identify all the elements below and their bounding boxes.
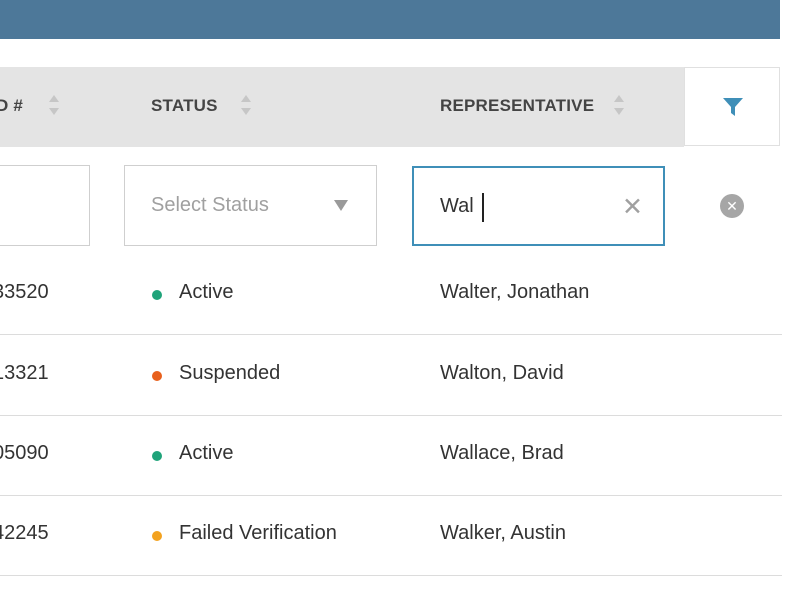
clear-circle-x-icon[interactable]: ✕ <box>720 194 744 218</box>
representative-filter-value: Wal <box>440 195 474 217</box>
row-representative: Walton, David <box>440 362 564 384</box>
chevron-down-icon <box>334 200 348 211</box>
column-header-id[interactable]: D # <box>0 96 23 116</box>
status-dot-icon <box>152 290 162 300</box>
status-filter-select[interactable]: Select Status <box>124 165 377 246</box>
row-status: Failed Verification <box>179 522 337 544</box>
sort-icon[interactable] <box>241 95 251 119</box>
status-dot-icon <box>152 371 162 381</box>
column-header-status[interactable]: STATUS <box>151 96 218 116</box>
status-dot-icon <box>152 531 162 541</box>
table-row[interactable]: 05090 Active Wallace, Brad <box>0 415 782 496</box>
row-representative: Wallace, Brad <box>440 442 564 464</box>
row-representative: Walker, Austin <box>440 522 566 544</box>
table-row[interactable]: 33520 Active Walter, Jonathan <box>0 254 782 335</box>
row-status: Active <box>179 442 234 464</box>
row-status: Suspended <box>179 362 281 384</box>
row-representative: Walter, Jonathan <box>440 281 590 303</box>
column-header-representative[interactable]: REPRESENTATIVE <box>440 96 594 116</box>
row-id: 42245 <box>0 522 49 544</box>
status-dot-icon <box>152 451 162 461</box>
top-bar <box>0 0 780 39</box>
sort-icon[interactable] <box>49 95 59 119</box>
row-id: 05090 <box>0 442 49 464</box>
clear-x-icon[interactable]: ✕ <box>622 192 643 222</box>
filter-icon <box>723 98 743 116</box>
table-row[interactable]: 42245 Failed Verification Walker, Austin <box>0 495 782 576</box>
status-filter-placeholder: Select Status <box>151 194 269 216</box>
representative-filter-input[interactable]: Wal ✕ <box>412 166 665 246</box>
text-cursor <box>482 193 484 222</box>
row-status: Active <box>179 281 234 303</box>
table-row[interactable]: 13321 Suspended Walton, David <box>0 335 782 416</box>
filter-toggle-button[interactable] <box>684 67 780 146</box>
id-filter-input[interactable] <box>0 165 90 246</box>
row-id: 13321 <box>0 362 49 384</box>
row-id: 33520 <box>0 281 49 303</box>
sort-icon[interactable] <box>614 95 624 119</box>
